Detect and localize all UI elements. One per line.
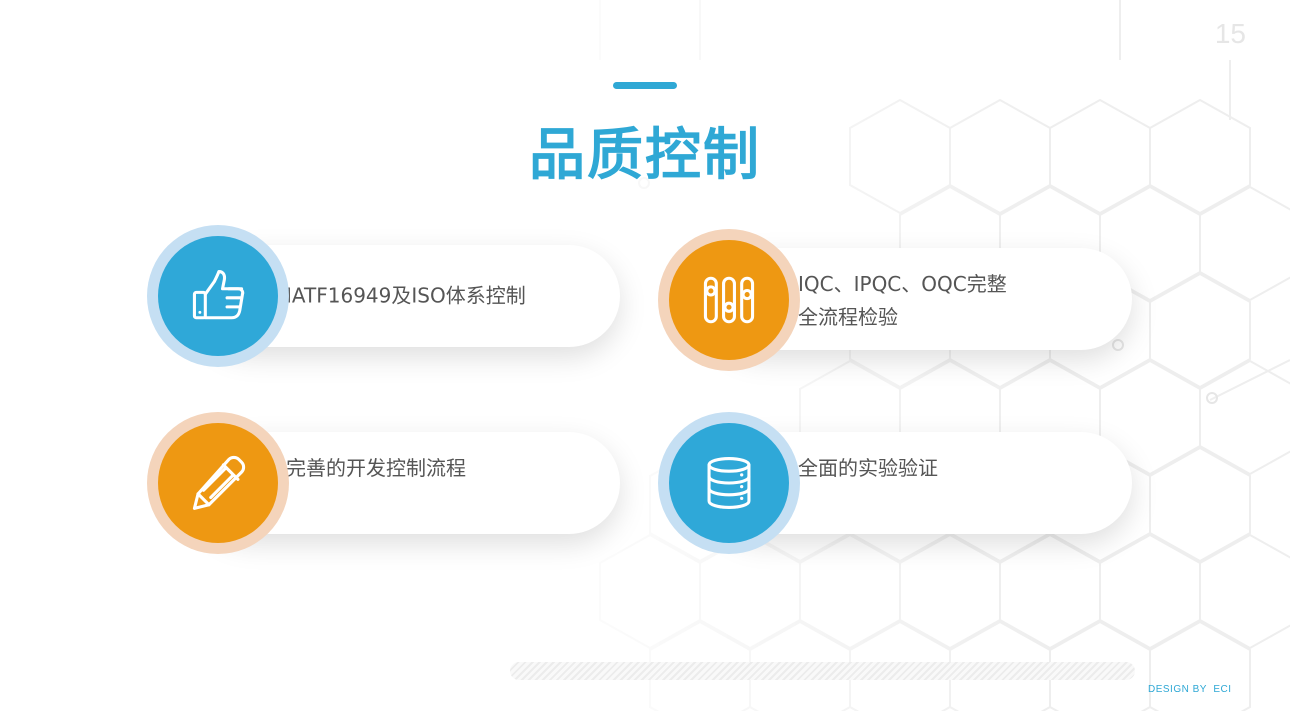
feature-card-text: 全面的实验验证 [798, 452, 938, 485]
feature-badge-testing [658, 412, 800, 554]
feature-card-text: IATF16949及ISO体系控制 [286, 280, 526, 313]
badge-core [669, 423, 789, 543]
database-icon [707, 456, 751, 510]
sliders-icon [703, 276, 755, 324]
feature-card-text: 完善的开发控制流程 [286, 452, 466, 485]
feature-badge-inspection [658, 229, 800, 371]
feature-card-line: 全面的实验验证 [798, 456, 938, 480]
page-number: 15 [1214, 18, 1246, 49]
badge-core [158, 423, 278, 543]
badge-core [158, 236, 278, 356]
thumbs-up-icon [192, 269, 245, 320]
feature-badge-development [147, 412, 289, 554]
footer-decor-strip [510, 662, 1135, 680]
feature-card-text: IQC、IPQC、OQC完整 全流程检验 [798, 268, 1007, 334]
feature-badge-iatf [147, 225, 289, 367]
pencil-icon [192, 455, 246, 510]
feature-card-line: 全流程检验 [798, 305, 898, 329]
feature-card-line: IQC、IPQC、OQC完整 [798, 272, 1007, 296]
feature-card-line: IATF16949及ISO体系控制 [286, 283, 526, 308]
feature-card-line: 完善的开发控制流程 [286, 456, 466, 480]
badge-core [669, 240, 789, 360]
page-title: 品质控制 [529, 123, 761, 188]
title-accent-bar [613, 82, 677, 89]
design-credit: DESIGN BY ECI [1148, 684, 1232, 695]
